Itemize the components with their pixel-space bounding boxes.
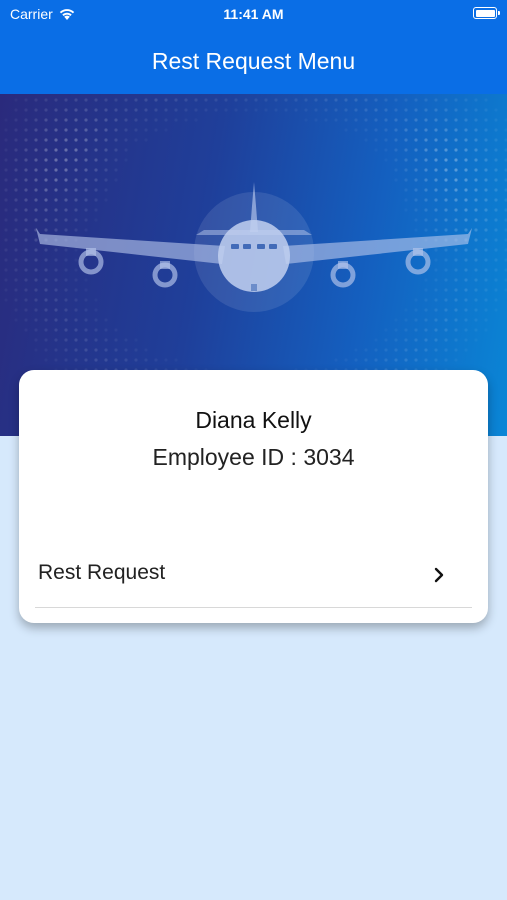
- employee-name: Diana Kelly: [195, 407, 312, 433]
- status-bar: Carrier 11:41 AM: [0, 0, 507, 28]
- rest-request-label: Rest Request: [38, 561, 166, 584]
- page-title: Rest Request Menu: [151, 47, 356, 74]
- battery-icon: [473, 7, 500, 19]
- employee-card: Diana Kelly Employee ID : 3034 Rest Requ…: [19, 370, 488, 623]
- nav-bar: Rest Request Menu: [0, 28, 507, 94]
- status-time: 11:41 AM: [223, 6, 284, 22]
- employee-id: Employee ID : 3034: [152, 444, 355, 470]
- rest-request-row[interactable]: Rest Request: [35, 546, 472, 608]
- chevron-right-icon: [434, 567, 444, 583]
